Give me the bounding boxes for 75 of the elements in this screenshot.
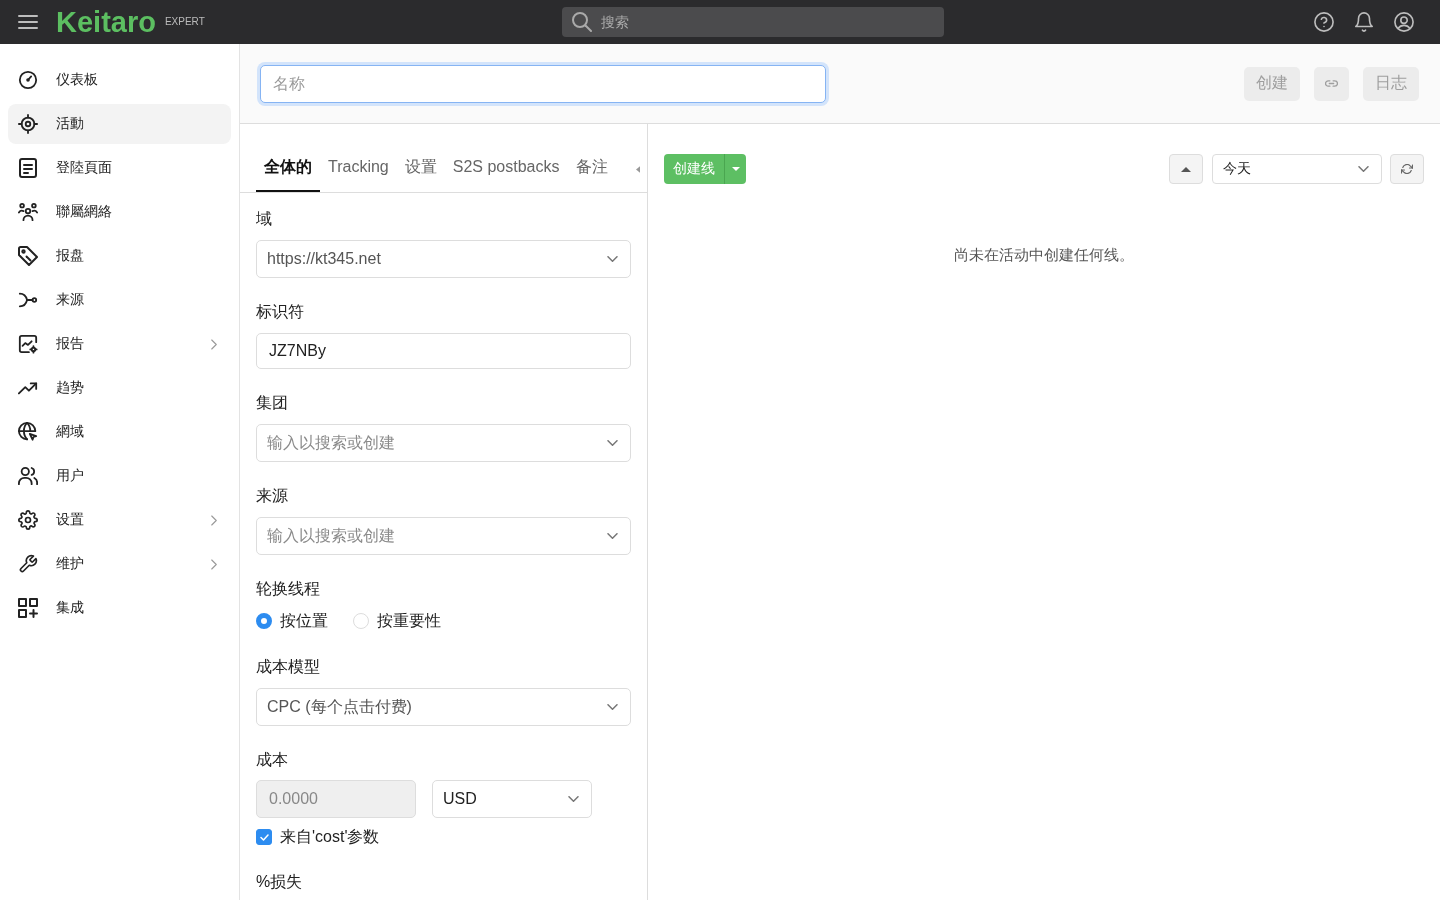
gauge-icon — [18, 70, 38, 90]
people-icon — [18, 202, 38, 222]
menu-icon[interactable] — [18, 14, 38, 30]
refresh-button[interactable] — [1390, 154, 1424, 184]
sidebar-item[interactable]: 登陸頁面 — [8, 148, 231, 188]
collapse-button[interactable] — [1169, 154, 1203, 184]
search-field[interactable]: 搜索 — [562, 7, 944, 37]
chevron-down-icon — [1358, 166, 1369, 172]
sidebar-item[interactable]: 维护 — [8, 544, 231, 584]
radio-label: 按重要性 — [377, 611, 441, 631]
sidebar-item[interactable]: 用户 — [8, 456, 231, 496]
logo[interactable]: Keitaro — [56, 5, 156, 39]
select-field[interactable]: 输入以搜索或创建 — [256, 424, 631, 462]
field-label: 成本模型 — [256, 657, 321, 677]
sidebar-item[interactable]: 趋势 — [8, 368, 231, 408]
field-label: 域 — [256, 209, 273, 229]
document-icon — [18, 158, 38, 178]
sidebar-item[interactable]: 聯屬網絡 — [8, 192, 231, 232]
name-field[interactable]: 名称 — [260, 64, 826, 103]
sidebar-item[interactable]: 活動 — [8, 104, 231, 144]
field-label: %损失 — [256, 872, 304, 892]
check-icon — [259, 833, 269, 841]
grid-plus-icon — [18, 598, 38, 618]
gear-icon — [18, 510, 38, 530]
currency-select[interactable]: USD — [432, 780, 592, 818]
period-select[interactable]: 今天 — [1212, 154, 1382, 184]
sidebar-item[interactable]: 报盘 — [8, 236, 231, 276]
tab[interactable]: Tracking — [320, 144, 397, 192]
text-field[interactable]: JZ7NBy — [256, 333, 631, 369]
tab[interactable]: 设置 — [396, 144, 445, 192]
chevron-down-icon — [607, 533, 618, 539]
tab[interactable]: 全体的 — [256, 144, 320, 192]
checkbox-label: 来自'cost'参数 — [280, 827, 380, 847]
field-label: 集团 — [256, 393, 289, 413]
checkbox[interactable] — [256, 829, 272, 845]
target-icon — [18, 114, 38, 134]
sidebar-item[interactable]: 来源 — [8, 280, 231, 320]
scroll-left-icon[interactable] — [636, 165, 640, 173]
users-icon — [18, 466, 38, 486]
chevron-down-icon — [568, 796, 579, 802]
dropdown-toggle-button[interactable] — [724, 154, 746, 184]
tab[interactable]: 备注 — [567, 144, 616, 192]
chevron-down-icon — [607, 704, 618, 710]
field-label: 来源 — [256, 486, 289, 506]
link-icon — [1325, 80, 1338, 87]
sidebar-item[interactable]: 網域 — [8, 412, 231, 452]
select-field[interactable]: CPC (每个点击付费) — [256, 688, 631, 726]
edition-label: EXPERT — [164, 15, 205, 27]
radio-label: 按位置 — [280, 611, 328, 631]
wrench-icon — [18, 554, 38, 574]
select-field[interactable]: 输入以搜索或创建 — [256, 517, 631, 555]
select-field[interactable]: https://kt345.net — [256, 240, 631, 278]
field-label: 成本 — [256, 750, 289, 770]
search-icon — [572, 12, 592, 32]
refresh-icon — [1401, 164, 1413, 174]
sidebar-item[interactable]: 报告 — [8, 324, 231, 364]
branch-icon — [18, 290, 38, 310]
caret-down-icon — [731, 167, 740, 171]
empty-message: 尚未在活动中创建任何线。 — [954, 246, 1134, 263]
globe-cursor-icon — [18, 422, 38, 442]
tab[interactable]: S2S postbacks — [444, 144, 568, 192]
bell-icon[interactable] — [1354, 12, 1374, 32]
triangle-up-icon — [1181, 166, 1191, 172]
field-label: 轮换线程 — [256, 579, 321, 599]
radio-button[interactable] — [256, 613, 272, 629]
field-label: 标识符 — [256, 302, 305, 322]
sidebar-item[interactable]: 仪表板 — [8, 60, 231, 100]
sidebar-item[interactable]: 集成 — [8, 588, 231, 628]
chevron-down-icon — [607, 256, 618, 262]
help-icon[interactable] — [1314, 12, 1334, 32]
chart-gear-icon — [18, 334, 38, 354]
user-icon[interactable] — [1394, 12, 1414, 32]
chevron-down-icon — [607, 440, 618, 446]
sidebar-item[interactable]: 设置 — [8, 500, 231, 540]
price-tag-icon — [18, 246, 38, 266]
